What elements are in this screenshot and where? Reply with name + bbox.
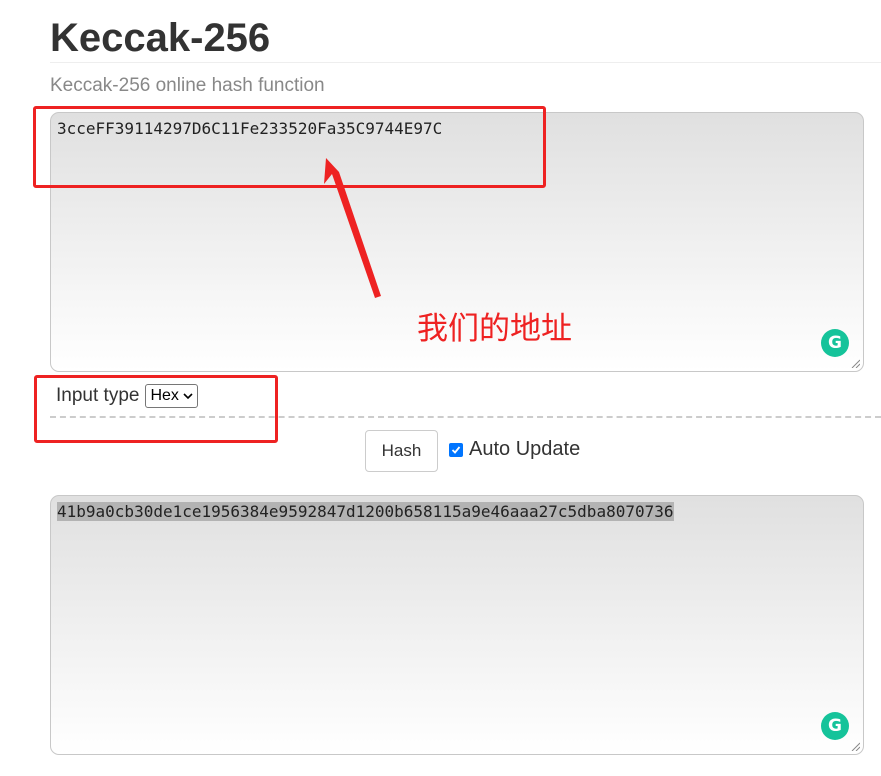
- annotation-label: 我们的地址: [417, 311, 572, 347]
- annotation-arrow: [324, 158, 381, 298]
